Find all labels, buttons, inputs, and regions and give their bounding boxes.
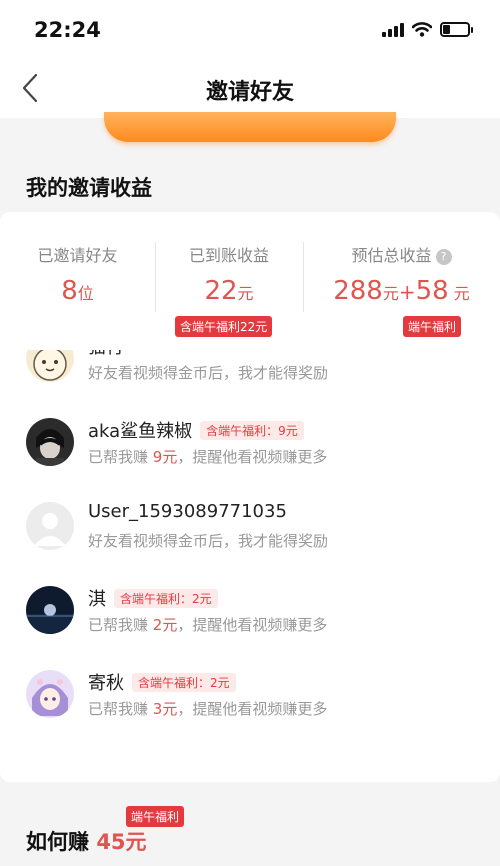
friend-desc: 已帮我赚 2元，提醒他看视频赚更多 — [88, 616, 328, 634]
list-item[interactable]: User_1593089771035 好友看视频得金币后，我才能得奖励 — [0, 490, 500, 574]
stat-estimated-label: 预估总收益? — [303, 242, 500, 266]
friend-name: 猫行 — [88, 350, 124, 359]
stat-estimated-value: 288元+58 元 — [333, 276, 470, 306]
status-icons — [382, 22, 473, 37]
section-title: 我的邀请收益 — [26, 176, 152, 200]
bonus-badge: 含端午福利：2元 — [132, 672, 236, 692]
list-item[interactable]: 寄秋 含端午福利：2元 已帮我赚 3元，提醒他看视频赚更多 — [0, 658, 500, 742]
holiday-bonus-badge: 端午福利 — [403, 316, 462, 337]
page-title: 邀请好友 — [205, 80, 294, 105]
stat-invited-value: 8位 — [61, 276, 94, 306]
invite-button[interactable] — [104, 112, 396, 142]
avatar — [26, 350, 74, 382]
battery-icon — [440, 22, 473, 37]
friend-desc: 已帮我赚 9元，提醒他看视频赚更多 — [88, 448, 328, 466]
stat-received-label: 已到账收益 — [188, 246, 269, 265]
holiday-bonus-badge: 端午福利 — [126, 806, 185, 827]
avatar — [26, 586, 74, 634]
status-bar: 22:24 — [0, 0, 500, 60]
battery-level — [443, 25, 451, 34]
how-to-earn-title[interactable]: 如何赚 45元 — [26, 826, 147, 856]
friend-name: User_1593089771035 — [88, 501, 287, 522]
status-time: 22:24 — [34, 18, 101, 42]
list-item[interactable]: 猫行 好友看视频得金币后，我才能得奖励 — [0, 350, 500, 406]
stat-estimated[interactable]: 预估总收益? 288元+58 元 — [303, 212, 500, 342]
friend-desc: 已帮我赚 3元，提醒他看视频赚更多 — [88, 700, 328, 718]
wifi-icon — [412, 22, 432, 37]
friend-name: 淇含端午福利：2元 — [88, 585, 218, 611]
stat-received-value: 22元 — [204, 276, 254, 306]
friend-list: 猫行 好友看视频得金币后，我才能得奖励 aka鲨鱼辣椒含端午福利：9元 已帮我赚… — [0, 350, 500, 750]
bonus-badge: 含端午福利：9元 — [200, 420, 304, 440]
avatar — [26, 502, 74, 550]
list-item[interactable]: aka鲨鱼辣椒 含端午福利：9元 已帮我赚 9元，提醒他看视频赚更多 — [0, 406, 500, 490]
friend-desc: 好友看视频得金币后，我才能得奖励 — [88, 364, 329, 382]
bonus-badge: 含端午福利：2元 — [114, 588, 218, 608]
nav-bar: 邀请好友 — [0, 60, 500, 118]
signal-icon — [382, 22, 404, 37]
avatar — [26, 670, 74, 718]
stat-invited[interactable]: 已邀请好友 8位 — [0, 212, 155, 342]
earnings-card: 已邀请好友 8位 已到账收益 22元 含端午福利22元 预估总收益? 288元+… — [0, 212, 500, 782]
friend-name: 寄秋 含端午福利：2元 — [88, 669, 236, 695]
friend-desc: 好友看视频得金币后，我才能得奖励 — [88, 532, 329, 550]
stat-invited-label: 已邀请好友 — [37, 246, 118, 265]
list-item[interactable]: 淇含端午福利：2元 已帮我赚 2元，提醒他看视频赚更多 — [0, 574, 500, 658]
holiday-bonus-badge: 含端午福利22元 — [175, 316, 273, 337]
help-icon[interactable]: ? — [435, 249, 452, 265]
avatar — [26, 418, 74, 466]
friend-name: aka鲨鱼辣椒 含端午福利：9元 — [88, 417, 304, 443]
earnings-stats: 已邀请好友 8位 已到账收益 22元 含端午福利22元 预估总收益? 288元+… — [0, 212, 500, 342]
